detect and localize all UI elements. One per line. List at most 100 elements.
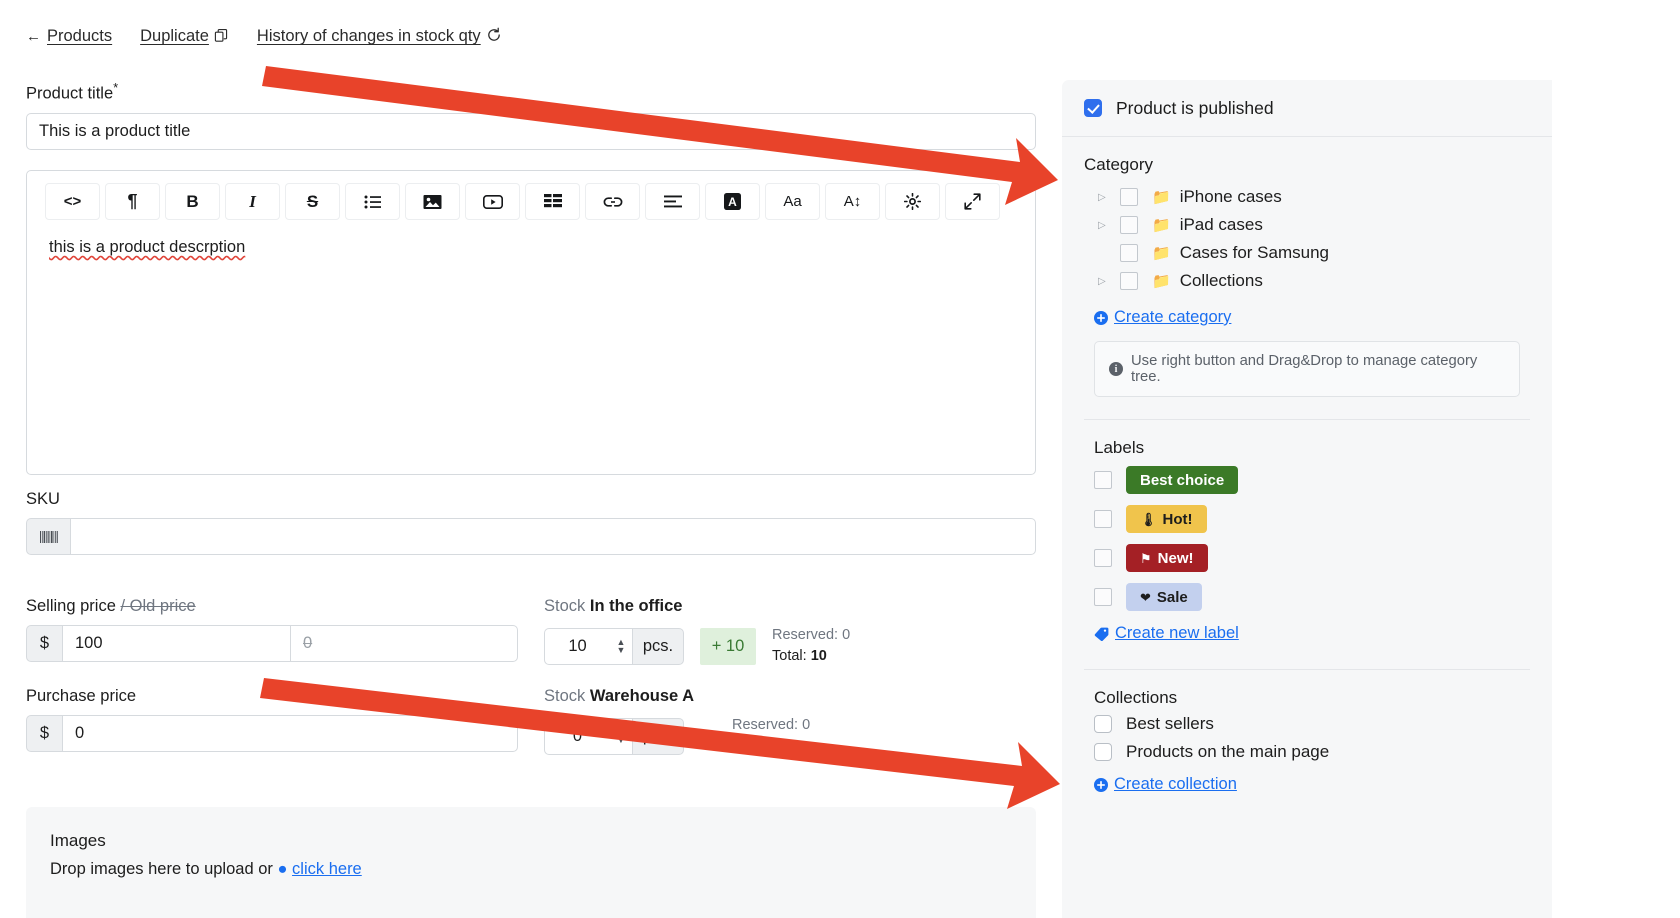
category-hint: i Use right button and Drag&Drop to mana… (1094, 341, 1520, 397)
stock-office-unit: pcs. (632, 627, 684, 665)
font-family-icon[interactable]: Aa (765, 183, 820, 220)
stock-office-summary: Reserved: 0 Total: 10 (772, 625, 850, 667)
folder-icon: 📁 (1152, 188, 1171, 206)
description-editor: <> ¶ B I S A Aa A↕ this is a product des… (26, 170, 1036, 475)
paragraph-icon[interactable]: ¶ (105, 183, 160, 220)
pricing-stock-row-1: Selling price / Old price $ Stock In the… (26, 597, 1036, 667)
category-label: iPhone cases (1179, 187, 1282, 206)
description-body[interactable]: this is a product descrption (27, 220, 1035, 275)
create-category-link[interactable]: Create category (1114, 308, 1231, 327)
published-row[interactable]: Product is published (1062, 80, 1552, 136)
images-dropzone[interactable]: Images Drop images here to upload or ● c… (26, 807, 1036, 918)
brightness-icon[interactable] (885, 183, 940, 220)
category-checkbox[interactable] (1120, 244, 1138, 262)
category-item-ipad-cases[interactable]: ▷ 📁 iPad cases (1084, 211, 1530, 239)
status-badge[interactable]: ⚑ New! (1126, 544, 1208, 572)
chevron-right-icon[interactable]: ▷ (1098, 276, 1120, 287)
image-icon[interactable] (405, 183, 460, 220)
old-price-input[interactable] (290, 625, 518, 662)
sku-input[interactable] (70, 518, 1036, 555)
product-sidebar: Product is published Category ▷ 📁 iPhone… (1062, 80, 1552, 918)
italic-icon[interactable]: I (225, 183, 280, 220)
category-checkbox[interactable] (1120, 188, 1138, 206)
click-here-link[interactable]: click here (292, 860, 362, 878)
status-badge[interactable]: Best choice (1126, 466, 1239, 494)
category-item-collections[interactable]: ▷ 📁 Collections (1084, 267, 1530, 295)
text-color-icon[interactable]: A (705, 183, 760, 220)
product-title-input[interactable] (26, 112, 1036, 150)
label-checkbox[interactable] (1094, 588, 1112, 606)
history-of-changes-link[interactable]: History of changes in stock qty (257, 27, 502, 46)
label-checkbox[interactable] (1094, 549, 1112, 567)
published-label: Product is published (1116, 97, 1274, 118)
label-checkbox[interactable] (1094, 510, 1112, 528)
source-code-icon[interactable]: <> (45, 183, 100, 220)
label-checkbox[interactable] (1094, 471, 1112, 489)
stock-warehouse-input[interactable] (544, 717, 610, 755)
create-collection-link[interactable]: Create collection (1114, 775, 1237, 794)
category-item-cases-for-samsung[interactable]: ▷ 📁 Cases for Samsung (1084, 239, 1530, 267)
category-checkbox[interactable] (1120, 216, 1138, 234)
duplicate-link[interactable]: Duplicate (140, 27, 229, 46)
bullet-list-icon[interactable] (345, 183, 400, 220)
folder-icon: 📁 (1152, 244, 1171, 262)
sku-label: SKU (26, 490, 60, 508)
category-item-iphone-cases[interactable]: ▷ 📁 iPhone cases (1084, 183, 1530, 211)
tag-icon (1094, 627, 1109, 641)
stock-office-name: In the office (589, 597, 683, 615)
create-label-row[interactable]: Create new label (1094, 624, 1530, 643)
fullscreen-icon[interactable] (945, 183, 1000, 220)
images-subtitle-text: Drop images here to upload or (50, 860, 273, 878)
font-size-icon[interactable]: A↕ (825, 183, 880, 220)
video-icon[interactable] (465, 183, 520, 220)
stock-warehouse-stepper[interactable]: ▲ ▼ (610, 717, 632, 755)
selling-price-input[interactable] (62, 625, 290, 662)
stock-office-stepper[interactable]: ▲ ▼ (610, 627, 632, 665)
chevron-placeholder-icon: ▷ (1098, 248, 1120, 259)
pricing-stock-row-2: Purchase price $ Stock Warehouse A ▲▼ pc… (26, 687, 1036, 757)
category-checkbox[interactable] (1120, 272, 1138, 290)
create-collection-row[interactable]: Create collection (1094, 775, 1530, 794)
selling-price-field: Selling price / Old price $ (26, 597, 544, 667)
folder-icon: 📁 (1152, 216, 1171, 234)
table-icon[interactable] (525, 183, 580, 220)
label-row-sale[interactable]: ❤ Sale (1084, 583, 1530, 611)
back-to-products-link[interactable]: ← Products (26, 27, 112, 46)
published-checkbox[interactable] (1084, 99, 1102, 117)
collection-row-main-page[interactable]: Products on the main page (1084, 742, 1530, 762)
bold-icon[interactable]: B (165, 183, 220, 220)
product-form: Product title* <> ¶ B I S (0, 62, 1062, 918)
divider (1084, 419, 1530, 420)
label-row-new[interactable]: ⚑ New! (1084, 544, 1530, 572)
stock-warehouse-field: Stock Warehouse A ▲▼ pcs. Reserved: 0 To… (544, 687, 1036, 757)
collections-title: Collections (1094, 688, 1178, 707)
category-hint-text: Use right button and Drag&Drop to manage… (1131, 353, 1478, 385)
align-icon[interactable] (645, 183, 700, 220)
selling-price-label: Selling price / Old price (26, 597, 196, 615)
collection-row-best-sellers[interactable]: Best sellers (1084, 714, 1530, 734)
fire-icon: 🌡 (1140, 511, 1157, 527)
label-text: Hot! (1162, 510, 1193, 528)
label-row-best-choice[interactable]: Best choice (1084, 466, 1530, 494)
stock-office-input[interactable] (544, 627, 610, 665)
label-row-hot[interactable]: 🌡 Hot! (1084, 505, 1530, 533)
create-category-row[interactable]: Create category (1094, 308, 1530, 327)
link-icon[interactable] (585, 183, 640, 220)
status-badge[interactable]: ❤ Sale (1126, 583, 1202, 611)
stock-warehouse-unit: pcs. (632, 717, 684, 755)
sku-field: SKU (26, 490, 1036, 555)
chevron-right-icon[interactable]: ▷ (1098, 220, 1120, 231)
plus-circle-icon (1094, 310, 1108, 325)
back-to-products-label: Products (47, 27, 113, 45)
chevron-right-icon[interactable]: ▷ (1098, 192, 1120, 203)
status-badge[interactable]: 🌡 Hot! (1126, 505, 1207, 533)
breadcrumb: ← Products Duplicate History of changes … (26, 27, 502, 46)
folder-icon: 📁 (1152, 272, 1171, 290)
product-title-field: Product title* (26, 80, 1036, 150)
collection-checkbox[interactable] (1094, 743, 1112, 761)
collection-checkbox[interactable] (1094, 715, 1112, 733)
history-icon (486, 27, 502, 46)
purchase-price-input[interactable] (62, 715, 518, 752)
strikethrough-icon[interactable]: S (285, 183, 340, 220)
create-label-link[interactable]: Create new label (1115, 624, 1239, 643)
